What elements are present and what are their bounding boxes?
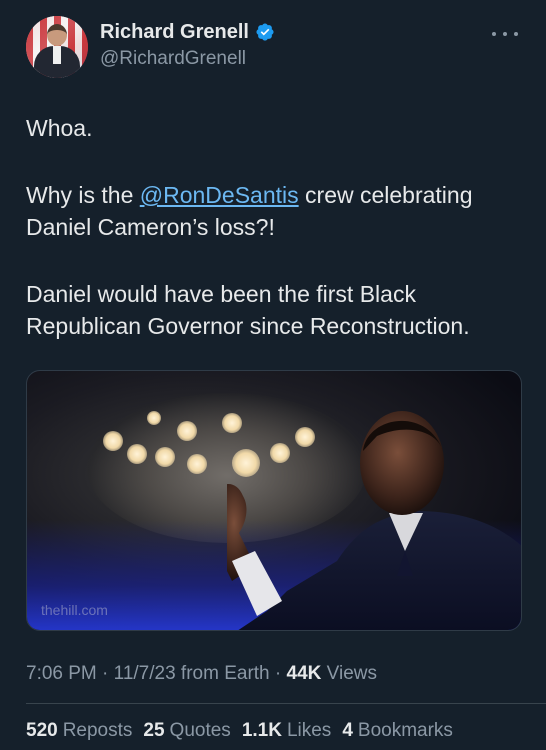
bokeh-light: [127, 444, 147, 464]
more-options-icon[interactable]: [492, 24, 518, 44]
tweet-time[interactable]: 7:06 PM: [26, 663, 97, 684]
bokeh-light: [155, 447, 175, 467]
tweet-meta: 7:06 PM · 11/7/23 from Earth · 44K Views: [26, 662, 377, 686]
mention-link[interactable]: @RonDeSantis: [140, 182, 299, 208]
avatar-person-head: [47, 24, 67, 46]
bookmarks-count: 4: [342, 720, 353, 741]
quotes-count: 25: [143, 720, 165, 741]
quotes-stat[interactable]: 25 Quotes: [143, 718, 230, 744]
dot: [492, 32, 496, 36]
author-handle[interactable]: @RichardGrenell: [100, 48, 275, 70]
views-count: 44K: [286, 663, 322, 684]
tweet-line-3: Daniel would have been the first Black R…: [26, 281, 470, 339]
tweet-stats: 520 Reposts 25 Quotes 1.1K Likes 4 Bookmarks: [26, 718, 464, 744]
author-info: Richard Grenell @RichardGrenell: [100, 20, 275, 70]
likes-count: 1.1K: [241, 720, 282, 741]
tweet-source: from Earth: [180, 663, 270, 684]
verified-badge-icon: [256, 23, 274, 41]
meta-separator: ·: [102, 663, 114, 684]
likes-stat[interactable]: 1.1K Likes: [242, 718, 332, 744]
display-name[interactable]: Richard Grenell: [100, 20, 249, 44]
bokeh-light: [147, 411, 161, 425]
likes-label: Likes: [286, 720, 332, 741]
tweet-line-2: Why is the @RonDeSantis crew celebrating…: [26, 179, 526, 243]
media-watermark: thehill.com: [41, 602, 108, 618]
bokeh-light: [187, 454, 207, 474]
tweet-header: Richard Grenell @RichardGrenell: [26, 16, 526, 80]
bokeh-light: [103, 431, 123, 451]
meta-separator: ·: [274, 663, 287, 684]
views-label: Views: [326, 663, 377, 684]
speaker-silhouette: [227, 411, 521, 630]
dot: [514, 32, 518, 36]
tweet-media-image[interactable]: thehill.com: [26, 370, 522, 631]
bookmarks-stat[interactable]: 4 Bookmarks: [342, 718, 453, 744]
bookmarks-label: Bookmarks: [357, 720, 453, 741]
tweet-date[interactable]: 11/7/23: [114, 663, 176, 684]
bokeh-light: [177, 421, 197, 441]
tweet-text: Whoa. Why is the @RonDeSantis crew celeb…: [26, 112, 526, 342]
divider: [26, 703, 546, 704]
tweet-line-1: Whoa.: [26, 115, 93, 141]
display-name-row: Richard Grenell: [100, 20, 275, 44]
tweet-line-2-prefix: Why is the: [26, 182, 140, 208]
tweet: Richard Grenell @RichardGrenell Whoa. Wh…: [0, 0, 546, 750]
reposts-label: Reposts: [62, 720, 133, 741]
dot: [503, 32, 507, 36]
avatar-person-shirt: [53, 46, 61, 64]
reposts-stat[interactable]: 520 Reposts: [26, 718, 132, 744]
reposts-count: 520: [26, 720, 58, 741]
quotes-label: Quotes: [169, 720, 231, 741]
avatar[interactable]: [26, 16, 88, 78]
